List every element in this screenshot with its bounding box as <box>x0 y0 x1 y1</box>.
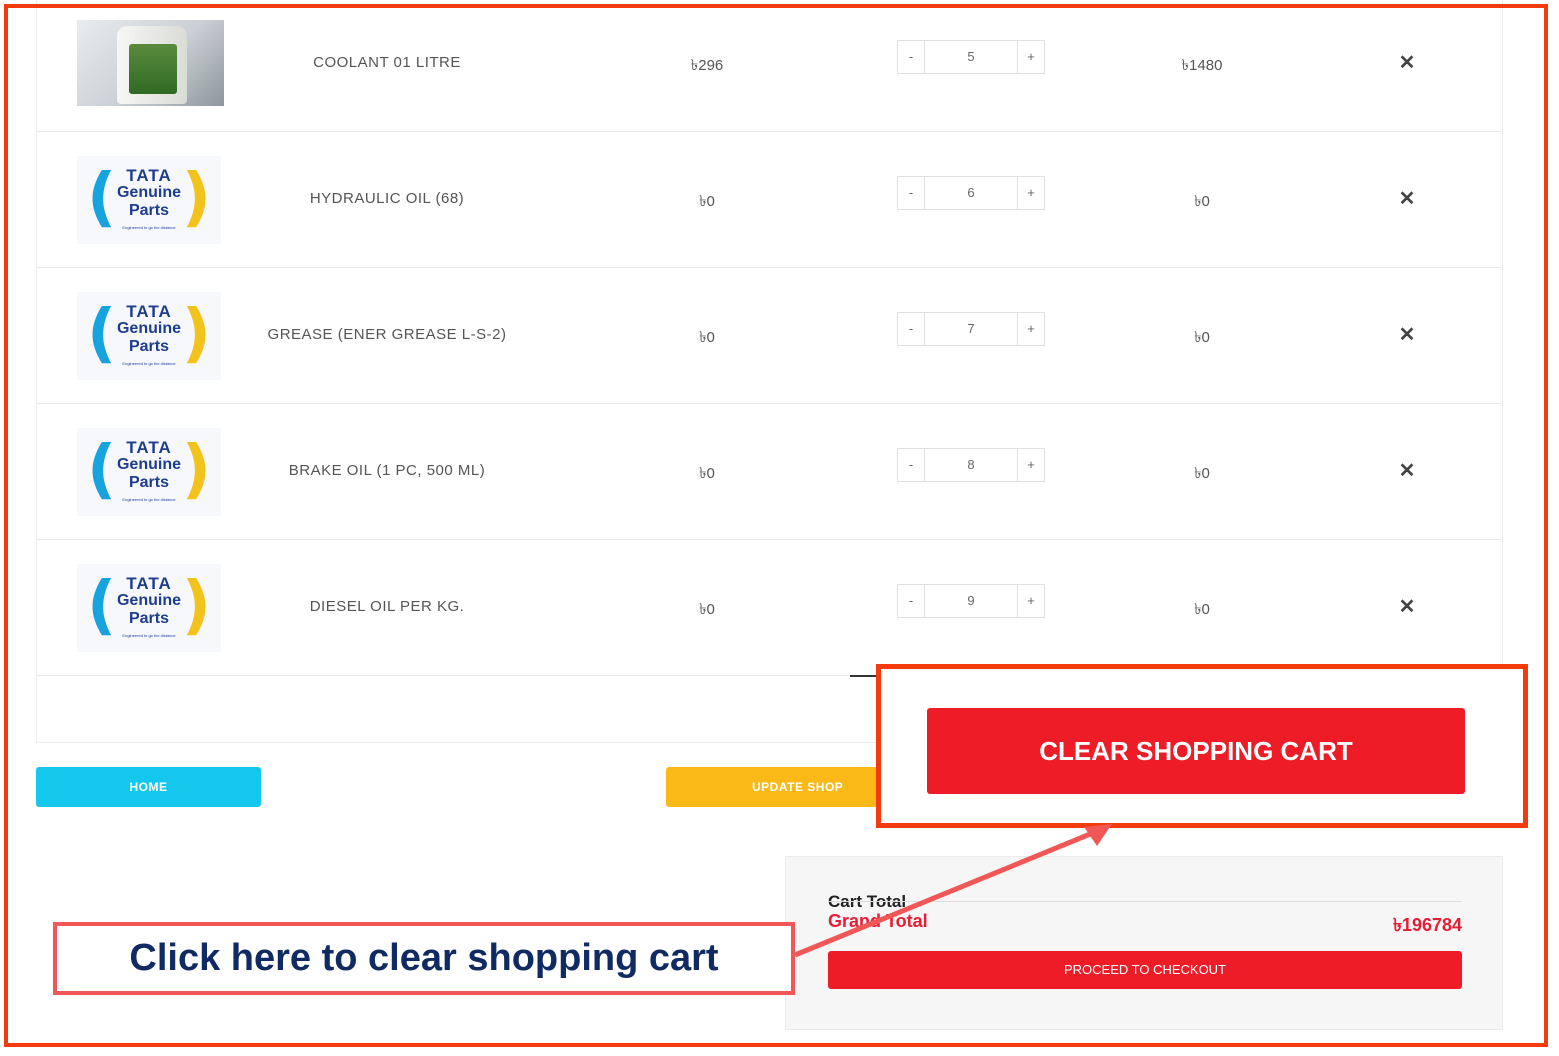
cart-total-heading: Cart Total <box>828 892 907 911</box>
table-row: () TATA Genuine Parts Engineered to go t… <box>37 132 1502 268</box>
table-row: () TATA Genuine Parts Engineered to go t… <box>37 404 1502 540</box>
product-image[interactable]: () TATA Genuine Parts Engineered to go t… <box>77 428 224 516</box>
decrement-button[interactable]: - <box>898 585 925 617</box>
quantity-stepper[interactable]: - 7 + <box>897 312 1045 346</box>
tata-genuine-parts-logo: () TATA Genuine Parts Engineered to go t… <box>77 428 221 516</box>
coolant-bottle-image <box>77 20 224 106</box>
remove-item-icon[interactable]: ✕ <box>1392 50 1422 75</box>
increment-button[interactable]: + <box>1017 449 1044 481</box>
clear-shopping-cart-button[interactable]: CLEAR SHOPPING CART <box>927 708 1465 794</box>
grand-total-label: Grand Total <box>828 911 928 931</box>
product-name[interactable]: BRAKE OIL (1 PC, 500 ML) <box>227 462 547 479</box>
increment-button[interactable]: + <box>1017 177 1044 209</box>
remove-item-icon[interactable]: ✕ <box>1392 186 1422 211</box>
product-image[interactable] <box>77 20 224 106</box>
quantity-stepper[interactable]: - 8 + <box>897 448 1045 482</box>
product-name[interactable]: DIESEL OIL PER KG. <box>227 598 547 615</box>
product-subtotal: ৳0 <box>1194 193 1210 210</box>
increment-button[interactable]: + <box>1017 313 1044 345</box>
cart-totals-panel: Cart Total Grand Total ৳196784 PROCEED T… <box>785 856 1503 1030</box>
divider <box>828 901 1462 902</box>
remove-item-icon[interactable]: ✕ <box>1392 322 1422 347</box>
decrement-button[interactable]: - <box>898 313 925 345</box>
quantity-input[interactable]: 5 <box>925 41 1017 73</box>
quantity-stepper[interactable]: - 9 + <box>897 584 1045 618</box>
product-name[interactable]: GREASE (ENER GREASE L-S-2) <box>227 326 547 343</box>
quantity-input[interactable]: 8 <box>925 449 1017 481</box>
highlight-box: CLEAR SHOPPING CART <box>876 664 1528 828</box>
quantity-input[interactable]: 9 <box>925 585 1017 617</box>
product-image[interactable]: () TATA Genuine Parts Engineered to go t… <box>77 292 224 380</box>
table-row: () TATA Genuine Parts Engineered to go t… <box>37 268 1502 404</box>
product-price: ৳0 <box>699 601 715 618</box>
tata-genuine-parts-logo: () TATA Genuine Parts Engineered to go t… <box>77 156 221 244</box>
quantity-input[interactable]: 6 <box>925 177 1017 209</box>
cart-table: COOLANT 01 LITRE ৳296 - 5 + ৳1480 ✕ () T… <box>36 0 1503 743</box>
increment-button[interactable]: + <box>1017 585 1044 617</box>
product-name[interactable]: HYDRAULIC OIL (68) <box>227 190 547 207</box>
table-row: () TATA Genuine Parts Engineered to go t… <box>37 540 1502 676</box>
instruction-callout: Click here to clear shopping cart <box>53 922 795 995</box>
product-image[interactable]: () TATA Genuine Parts Engineered to go t… <box>77 564 224 652</box>
product-subtotal: ৳0 <box>1194 329 1210 346</box>
home-button[interactable]: HOME <box>36 767 261 807</box>
decrement-button[interactable]: - <box>898 41 925 73</box>
product-image[interactable]: () TATA Genuine Parts Engineered to go t… <box>77 156 224 244</box>
table-row: COOLANT 01 LITRE ৳296 - 5 + ৳1480 ✕ <box>37 0 1502 132</box>
increment-button[interactable]: + <box>1017 41 1044 73</box>
product-price: ৳0 <box>699 465 715 482</box>
tata-genuine-parts-logo: () TATA Genuine Parts Engineered to go t… <box>77 292 221 380</box>
product-price: ৳0 <box>699 329 715 346</box>
decrement-button[interactable]: - <box>898 449 925 481</box>
tata-genuine-parts-logo: () TATA Genuine Parts Engineered to go t… <box>77 564 221 652</box>
product-price: ৳0 <box>699 193 715 210</box>
proceed-to-checkout-button[interactable]: PROCEED TO CHECKOUT <box>828 951 1462 989</box>
remove-item-icon[interactable]: ✕ <box>1392 458 1422 483</box>
quantity-stepper[interactable]: - 6 + <box>897 176 1045 210</box>
remove-item-icon[interactable]: ✕ <box>1392 594 1422 619</box>
product-subtotal: ৳0 <box>1194 601 1210 618</box>
update-cart-button[interactable]: UPDATE SHOP <box>666 767 886 807</box>
quantity-input[interactable]: 7 <box>925 313 1017 345</box>
product-name[interactable]: COOLANT 01 LITRE <box>227 54 547 71</box>
product-price: ৳296 <box>690 57 724 74</box>
product-subtotal: ৳0 <box>1194 465 1210 482</box>
product-subtotal: ৳1480 <box>1181 57 1223 74</box>
quantity-stepper[interactable]: - 5 + <box>897 40 1045 74</box>
decrement-button[interactable]: - <box>898 177 925 209</box>
grand-total-value: ৳196784 <box>1392 915 1462 935</box>
divider <box>850 675 878 677</box>
